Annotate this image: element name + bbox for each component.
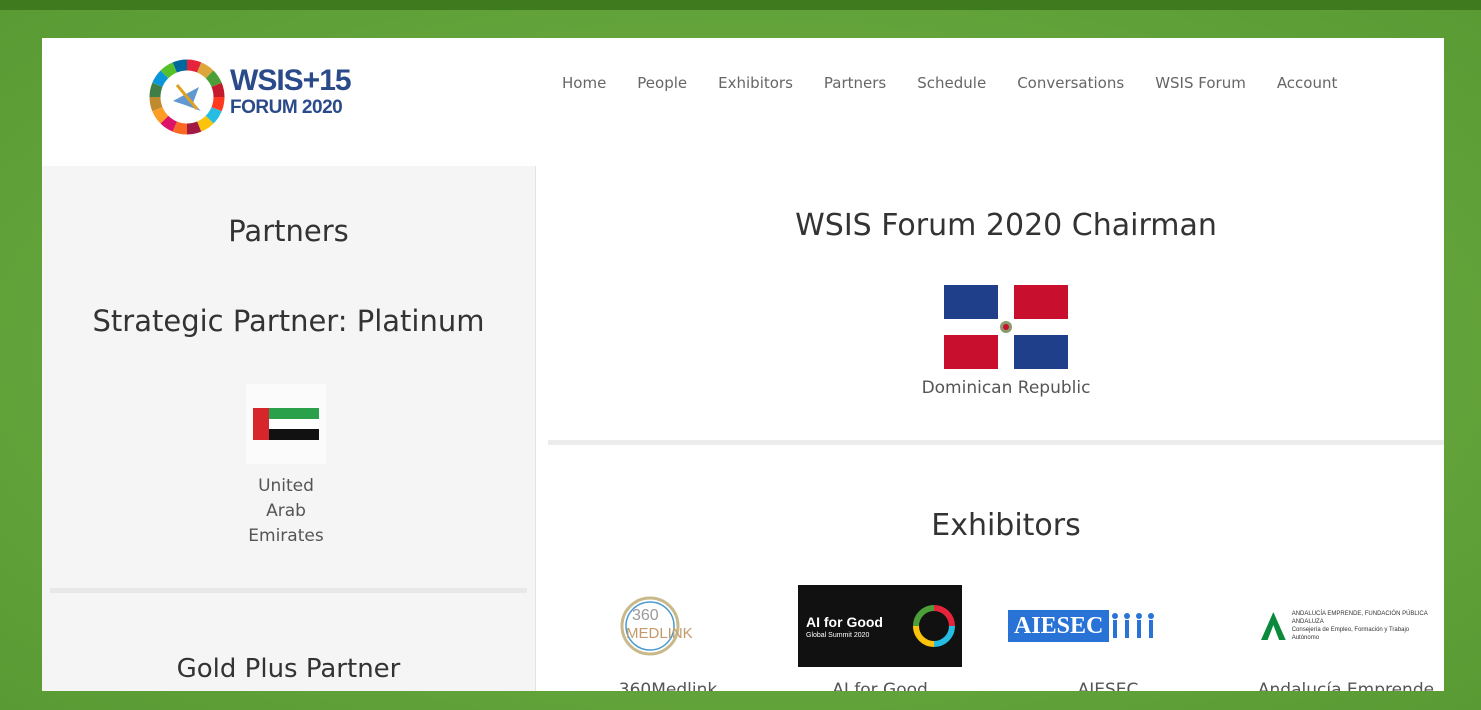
exhibitor-card[interactable]: 360 MEDLINK 360Medlink: [568, 582, 768, 691]
exhibitor-name: Andalucía Emprende: [1257, 680, 1435, 691]
exhibitors-heading: Exhibitors: [931, 508, 1081, 543]
exhibitor-card[interactable]: AIESEC AIESEC: [1008, 582, 1208, 691]
partners-sidebar: Partners Strategic Partner: Platinum Uni…: [42, 166, 536, 691]
nav-schedule[interactable]: Schedule: [917, 74, 986, 92]
site-logo[interactable]: WSIS+15 FORUM 2020: [146, 56, 352, 142]
exhibitor-logo: ANDALUCÍA EMPRENDE, FUNDACIÓN PÚBLICA AN…: [1246, 582, 1444, 670]
logo-text: WSIS+15 FORUM 2020: [230, 64, 352, 118]
exhibitor-card[interactable]: AI for Good Global Summit 2020 AI for Go…: [780, 582, 980, 691]
chairman-country-label[interactable]: Dominican Republic: [548, 378, 1444, 398]
uae-flag-card[interactable]: [246, 384, 326, 464]
sidebar-title: Partners: [228, 214, 349, 248]
exhibitor-logo: 360 MEDLINK: [568, 582, 768, 670]
nav-conversations[interactable]: Conversations: [1017, 74, 1124, 92]
strategic-partner-heading: Strategic Partner: Platinum: [92, 304, 485, 338]
andalucia-logo-line1: ANDALUCÍA EMPRENDE, FUNDACIÓN PÚBLICA AN…: [1291, 611, 1428, 625]
people-icon: [1112, 613, 1155, 638]
logo-line1: WSIS+15: [230, 64, 352, 97]
exhibitor-name: 360Medlink: [618, 680, 718, 691]
uae-label[interactable]: United Arab Emirates: [226, 474, 346, 549]
uae-label-line1: United: [258, 476, 314, 496]
nav-people[interactable]: People: [637, 74, 687, 92]
360medlink-logo-number: 360: [632, 607, 659, 624]
uae-label-line2: Arab: [266, 501, 306, 521]
sdg-wheel-icon: [149, 59, 225, 135]
gold-partner-heading: Gold Plus Partner: [176, 654, 401, 684]
andalucia-logo-text: ANDALUCÍA EMPRENDE, FUNDACIÓN PÚBLICA AN…: [1292, 610, 1431, 642]
exhibitor-name: AI for Good: [832, 680, 928, 691]
nav-home[interactable]: Home: [562, 74, 606, 92]
360medlink-logo: 360 MEDLINK: [620, 595, 716, 657]
aiesec-logo-text: AIESEC: [1008, 610, 1110, 642]
sidebar-divider: [50, 588, 527, 593]
exhibitor-card[interactable]: ANDALUCÍA EMPRENDE, FUNDACIÓN PÚBLICA AN…: [1246, 582, 1444, 691]
ai-for-good-logo: AI for Good Global Summit 2020: [798, 585, 962, 667]
andalucia-a-icon: [1261, 611, 1286, 641]
exhibitor-logo: AIESEC: [1008, 582, 1208, 670]
nav-account[interactable]: Account: [1277, 74, 1338, 92]
exhibitors-grid: 360 MEDLINK 360Medlink AI for Good Globa…: [568, 582, 1444, 691]
logo-line2: FORUM 2020: [230, 97, 343, 118]
uae-flag-icon: [253, 408, 319, 440]
dominican-republic-flag-icon[interactable]: [944, 285, 1068, 369]
site-header: WSIS+15 FORUM 2020 Home People Exhibitor…: [42, 38, 1444, 166]
exhibitor-name: AIESEC: [1077, 680, 1139, 691]
chairman-heading: WSIS Forum 2020 Chairman: [795, 208, 1217, 243]
browser-frame: WSIS+15 FORUM 2020 Home People Exhibitor…: [42, 38, 1444, 691]
exhibitor-logo: AI for Good Global Summit 2020: [780, 582, 980, 670]
360medlink-logo-word: MEDLINK: [626, 625, 693, 642]
page-border-top: [0, 0, 1481, 10]
uae-label-line3: Emirates: [248, 526, 324, 546]
sdg-wheel-icon: [913, 605, 955, 647]
nav-partners[interactable]: Partners: [824, 74, 886, 92]
main-content: WSIS Forum 2020 Chairman Dominican Repub…: [548, 166, 1444, 691]
main-nav: Home People Exhibitors Partners Schedule…: [562, 74, 1368, 92]
aiesec-logo: AIESEC: [1008, 610, 1208, 642]
main-divider: [548, 440, 1444, 445]
nav-exhibitors[interactable]: Exhibitors: [718, 74, 793, 92]
andalucia-emprende-logo: ANDALUCÍA EMPRENDE, FUNDACIÓN PÚBLICA AN…: [1261, 609, 1431, 643]
nav-wsis-forum[interactable]: WSIS Forum: [1155, 74, 1246, 92]
andalucia-logo-line2: Consejería de Empleo, Formación y Trabaj…: [1291, 627, 1410, 641]
